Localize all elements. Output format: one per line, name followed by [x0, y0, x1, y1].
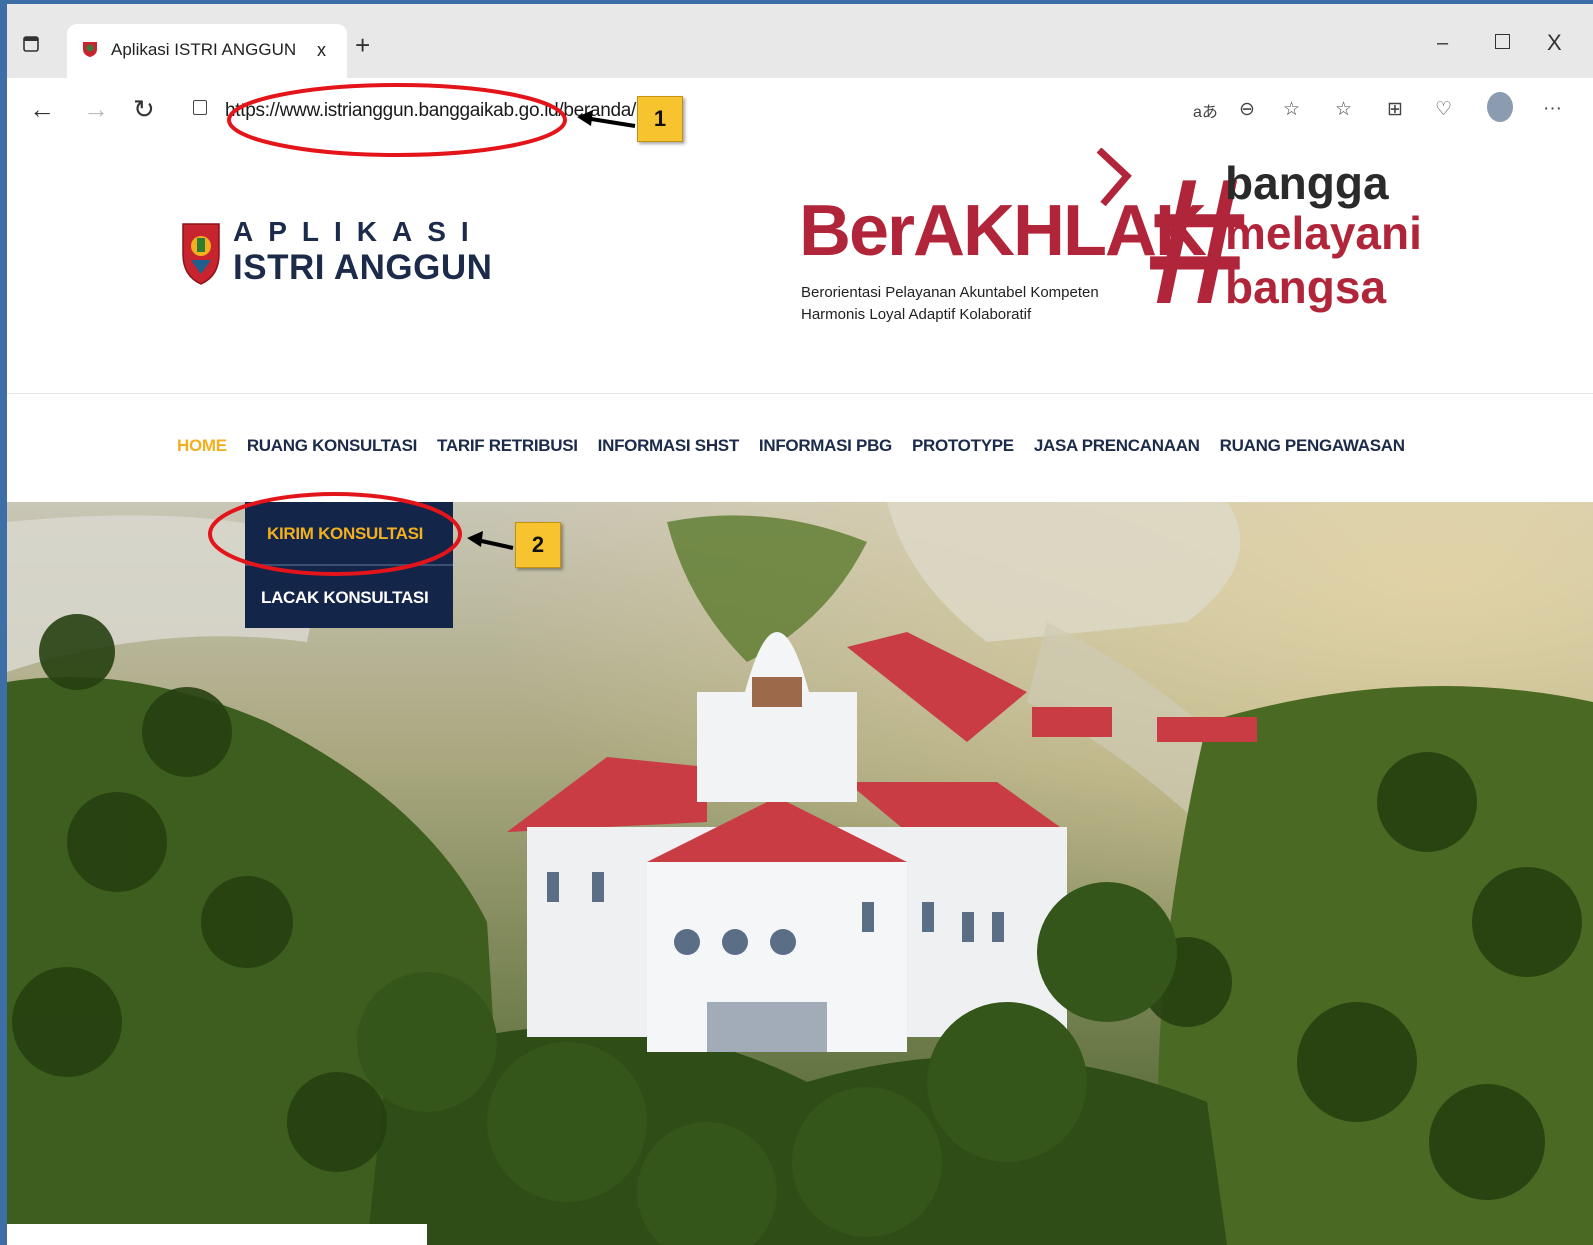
- tab-actions-icon[interactable]: [21, 34, 43, 56]
- browser-toolbar: ← → ↻ https://www.istrianggun.banggaikab…: [7, 78, 1593, 149]
- site-header: APLIKASI ISTRI ANGGUN BerAKHLAK Berorien…: [7, 147, 1593, 394]
- dropdown-item-lacak-label: LACAK KONSULTASI: [261, 588, 429, 607]
- menu-item-home[interactable]: HOME: [177, 436, 227, 456]
- window-close-icon[interactable]: X: [1547, 30, 1562, 56]
- maximize-icon[interactable]: [1495, 34, 1510, 49]
- menu-item-tarif-retribusi[interactable]: TARIF RETRIBUSI: [437, 436, 578, 456]
- read-aloud-icon[interactable]: aあ: [1193, 98, 1218, 122]
- menu-item-informasi-pbg[interactable]: INFORMASI PBG: [759, 436, 892, 456]
- forward-icon[interactable]: →: [83, 94, 109, 125]
- tab-title: Aplikasi ISTRI ANGGUN: [111, 40, 297, 59]
- logo-shield-icon[interactable]: [181, 220, 221, 286]
- address-bar[interactable]: https://www.istrianggun.banggaikab.go.id…: [177, 88, 1527, 132]
- berakhlak-chevron-icon: [1093, 147, 1133, 207]
- berakhlak-tagline-2: Harmonis Loyal Adaptif Kolaboratif: [801, 306, 1032, 323]
- minimize-icon[interactable]: –: [1437, 32, 1448, 55]
- dropdown-item-kirim-label: KIRIM KONSULTASI: [267, 524, 424, 543]
- konsultasi-dropdown: KIRIM KONSULTASI LACAK KONSULTASI: [245, 502, 453, 628]
- berakhlak-logo: BerAKHLAK: [799, 191, 1207, 271]
- menu-bar: HOME RUANG KONSULTASI TARIF RETRIBUSI IN…: [177, 436, 1405, 456]
- browser-window: Aplikasi ISTRI ANGGUN x + – X ← → ↻ http…: [7, 4, 1593, 1245]
- back-icon[interactable]: ←: [29, 94, 55, 125]
- menu-item-ruang-konsultasi[interactable]: RUANG KONSULTASI: [247, 436, 418, 456]
- favorites-icon[interactable]: ☆: [1335, 98, 1352, 121]
- zoom-out-icon[interactable]: ⊖: [1239, 98, 1255, 121]
- main-navigation: HOME RUANG KONSULTASI TARIF RETRIBUSI IN…: [7, 394, 1593, 502]
- dropdown-item-kirim-konsultasi[interactable]: KIRIM KONSULTASI: [245, 502, 453, 564]
- tab-strip: Aplikasi ISTRI ANGGUN x + – X: [7, 4, 1593, 78]
- slogan-bangga: bangga: [1225, 157, 1389, 209]
- extensions-icon[interactable]: ♡: [1435, 98, 1452, 121]
- lock-icon: [193, 100, 207, 115]
- annotation-badge-2: 2: [515, 522, 561, 568]
- menu-item-informasi-shst[interactable]: INFORMASI SHST: [598, 436, 740, 456]
- collections-icon[interactable]: ⊞: [1387, 98, 1403, 121]
- menu-item-prototype[interactable]: PROTOTYPE: [912, 436, 1014, 456]
- logo-title-top: APLIKASI: [233, 216, 484, 247]
- dropdown-item-lacak-konsultasi[interactable]: LACAK KONSULTASI: [245, 566, 453, 628]
- berakhlak-tagline-1: Berorientasi Pelayanan Akuntabel Kompete…: [801, 284, 1099, 301]
- favicon-icon: [81, 40, 99, 58]
- slogan-melayani: melayani: [1225, 207, 1422, 259]
- annotation-badge-1: 1: [637, 96, 683, 142]
- url-text[interactable]: https://www.istrianggun.banggaikab.go.id…: [225, 100, 680, 122]
- profile-avatar[interactable]: [1487, 92, 1513, 122]
- refresh-icon[interactable]: ↻: [133, 94, 155, 125]
- tab-close-icon[interactable]: x: [317, 40, 326, 61]
- more-icon[interactable]: ···: [1543, 98, 1562, 120]
- menu-item-ruang-pengawasan[interactable]: RUANG PENGAWASAN: [1220, 436, 1405, 456]
- new-tab-button[interactable]: +: [355, 32, 370, 58]
- logo-title-bottom: ISTRI ANGGUN: [233, 248, 493, 287]
- active-tab[interactable]: Aplikasi ISTRI ANGGUN x: [67, 24, 347, 78]
- favorite-add-icon[interactable]: ☆: [1283, 98, 1300, 121]
- slogan-bangsa: bangsa: [1225, 261, 1387, 313]
- menu-item-jasa-prencanaan[interactable]: JASA PRENCANAAN: [1034, 436, 1200, 456]
